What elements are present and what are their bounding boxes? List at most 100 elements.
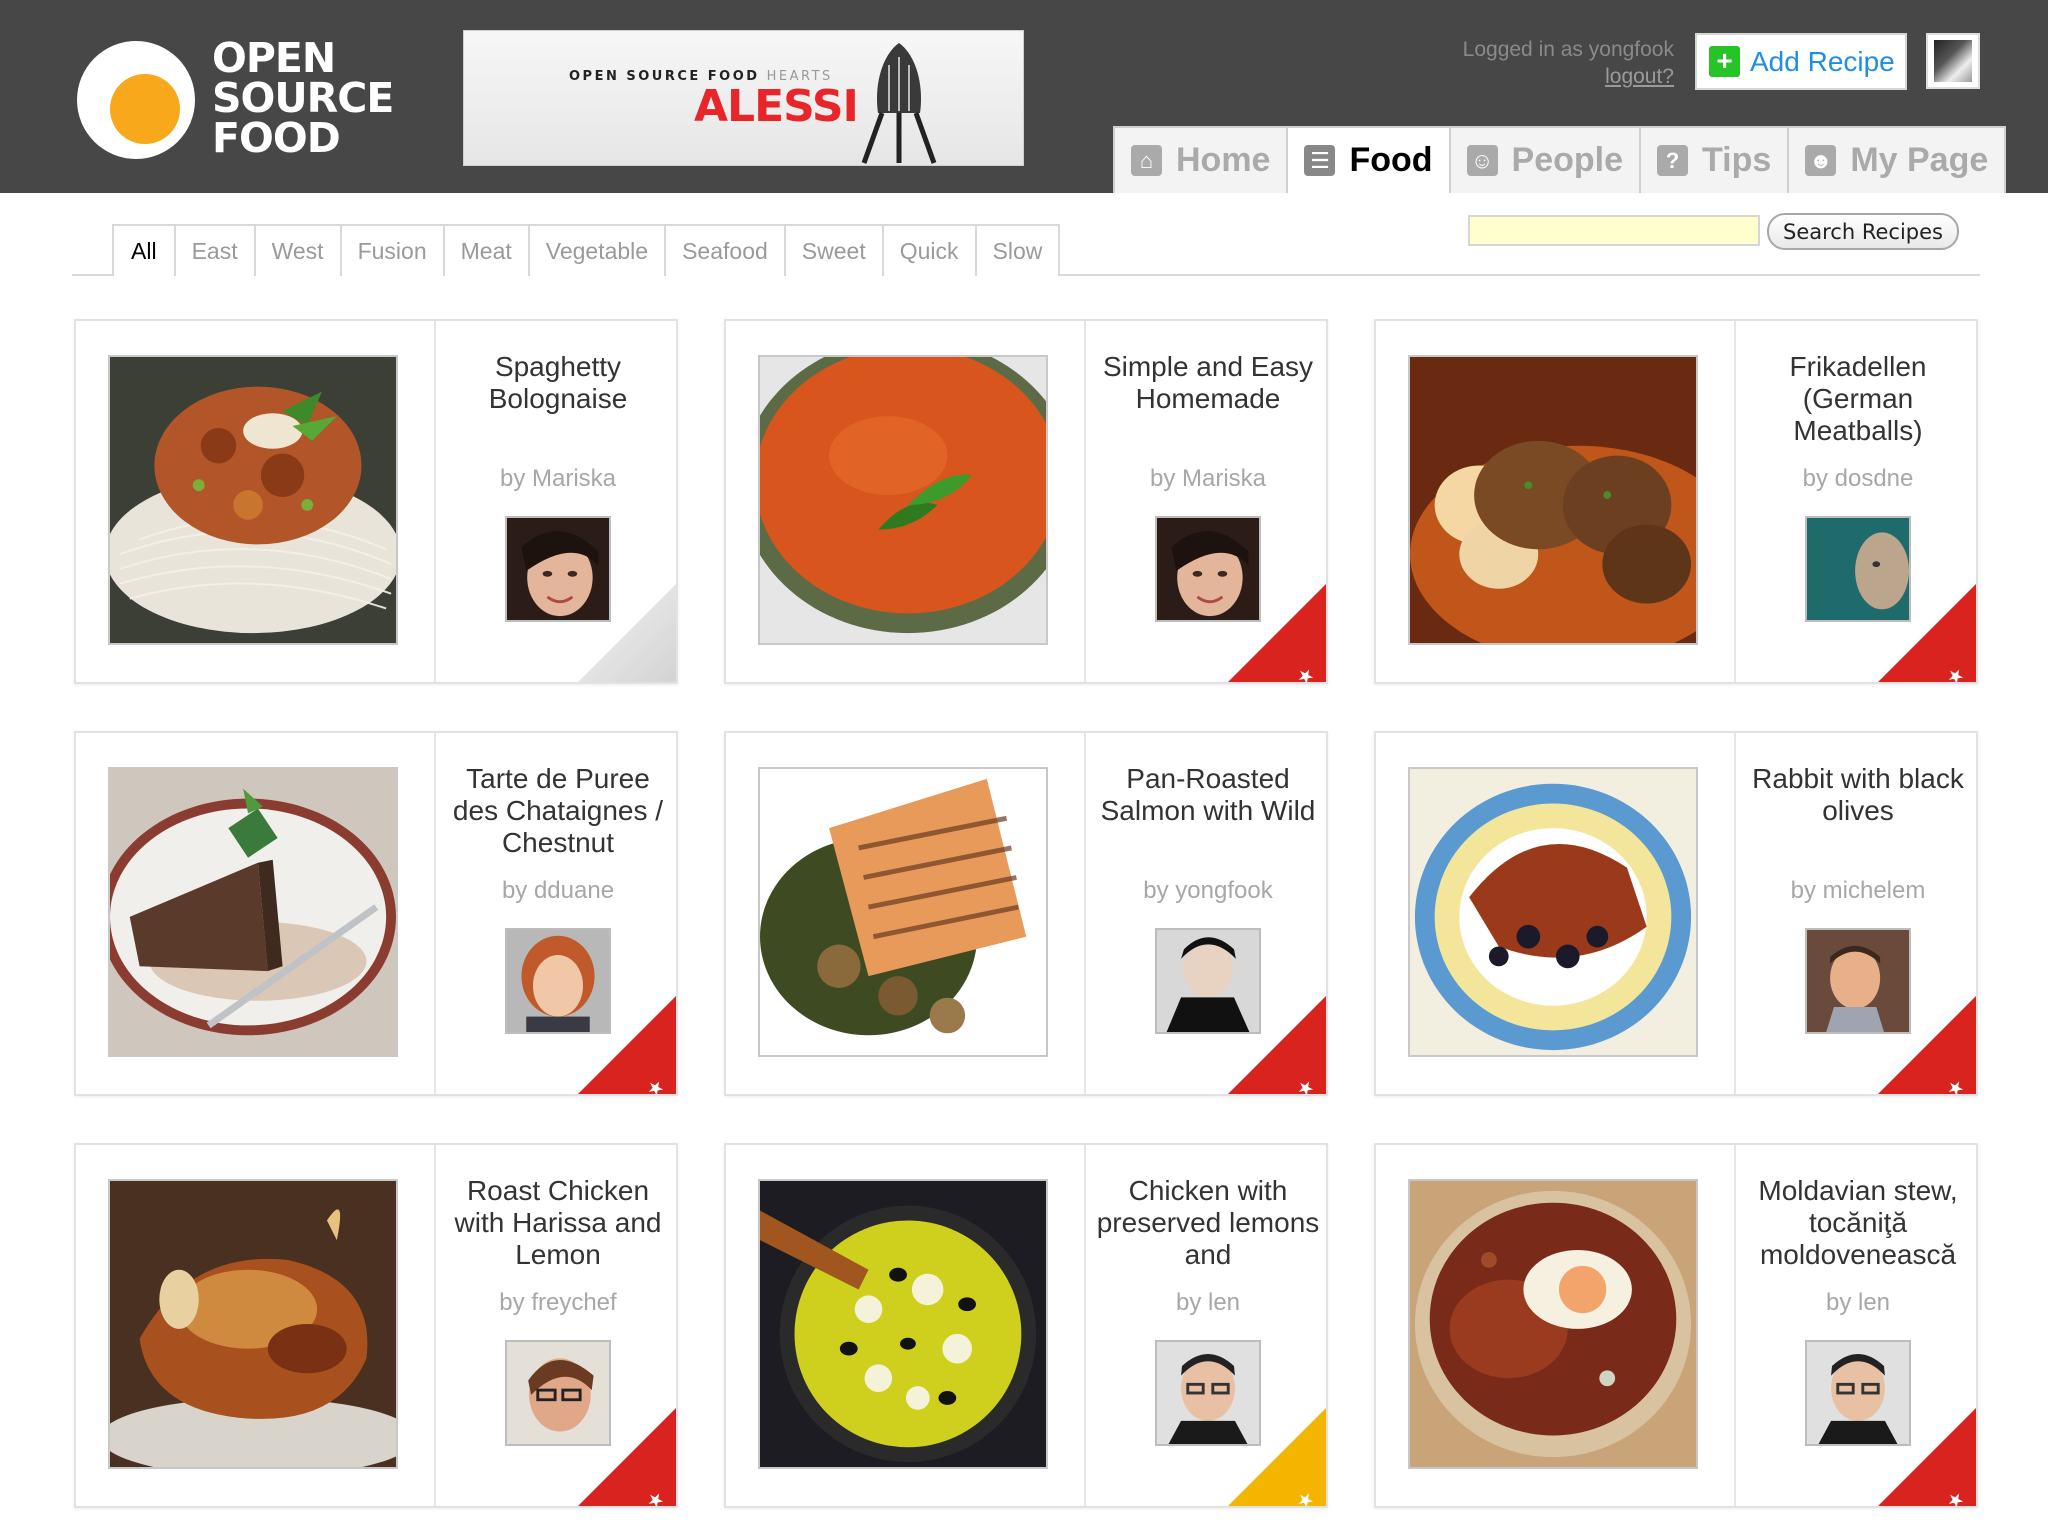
filter-east[interactable]: East bbox=[173, 224, 256, 276]
recipe-photo[interactable] bbox=[108, 1179, 398, 1469]
tab-food[interactable]: ☰ Food bbox=[1286, 126, 1451, 193]
tab-my-page[interactable]: ☻ My Page bbox=[1787, 126, 2007, 193]
filter-slow[interactable]: Slow bbox=[974, 224, 1061, 276]
logout-link[interactable]: logout? bbox=[1463, 63, 1674, 90]
author-avatar[interactable] bbox=[505, 516, 611, 622]
recipe-photo[interactable] bbox=[108, 355, 398, 645]
site-header: OPEN SOURCE FOOD OPEN SOURCE FOOD HEARTS… bbox=[0, 0, 2048, 193]
recipe-title[interactable]: Simple and Easy Homemade bbox=[1096, 351, 1320, 415]
search-input[interactable] bbox=[1468, 215, 1760, 246]
tab-food-label: Food bbox=[1349, 141, 1433, 179]
plus-icon: + bbox=[1709, 46, 1740, 77]
recipe-photo[interactable] bbox=[108, 767, 398, 1057]
add-recipe-button[interactable]: + Add Recipe bbox=[1695, 33, 1907, 90]
recipe-card[interactable]: Roast Chicken with Harissa and Lemon by … bbox=[74, 1143, 678, 1508]
tab-people[interactable]: ☺ People bbox=[1448, 126, 1642, 193]
tab-home[interactable]: ⌂ Home bbox=[1113, 126, 1289, 193]
card-divider bbox=[1084, 321, 1086, 682]
recipe-card[interactable]: Chicken with preserved lemons and by len… bbox=[724, 1143, 1328, 1508]
recipe-author-name[interactable]: by Mariska bbox=[1096, 465, 1320, 493]
recipe-photo[interactable] bbox=[758, 355, 1048, 645]
recipe-photo[interactable] bbox=[758, 1179, 1048, 1469]
recipe-photo[interactable] bbox=[1408, 1179, 1698, 1469]
recipe-author-name[interactable]: by michelem bbox=[1746, 877, 1970, 905]
filter-fusion[interactable]: Fusion bbox=[339, 224, 445, 276]
author-avatar[interactable] bbox=[1155, 516, 1261, 622]
author-avatar[interactable] bbox=[1155, 928, 1261, 1034]
login-status: Logged in as yongfook logout? bbox=[1463, 36, 1674, 90]
recipe-card[interactable]: Simple and Easy Homemade by Mariska ★★★ bbox=[724, 319, 1328, 684]
main-nav: ⌂ Home ☰ Food ☺ People ? Tips ☻ My Page bbox=[1113, 126, 2007, 194]
user-icon: ☻ bbox=[1805, 145, 1837, 176]
tab-home-label: Home bbox=[1176, 141, 1271, 179]
rating-stars: ★★★ bbox=[1915, 662, 1970, 682]
rating-stars: ★★★ bbox=[1265, 662, 1320, 682]
author-avatar[interactable] bbox=[1805, 516, 1911, 622]
recipe-card[interactable]: Pan-Roasted Salmon with Wild by yongfook… bbox=[724, 731, 1328, 1096]
author-avatar[interactable] bbox=[1805, 1340, 1911, 1446]
user-avatar[interactable] bbox=[1926, 33, 1980, 89]
tab-tips[interactable]: ? Tips bbox=[1639, 126, 1790, 193]
recipe-author-name[interactable]: by len bbox=[1746, 1289, 1970, 1317]
recipe-title[interactable]: Moldavian stew, tocăniţă moldovenească bbox=[1746, 1175, 1970, 1271]
filter-vegetable[interactable]: Vegetable bbox=[527, 224, 667, 276]
recipe-card[interactable]: Frikadellen (German Meatballs) by dosdne… bbox=[1374, 319, 1978, 684]
card-divider bbox=[1734, 321, 1736, 682]
recipe-title[interactable]: Spaghetty Bolognaise bbox=[446, 351, 670, 415]
site-logo[interactable]: OPEN SOURCE FOOD bbox=[77, 38, 394, 162]
filter-quick[interactable]: Quick bbox=[881, 224, 977, 276]
recipe-card[interactable]: Tarte de Puree des Chataignes / Chestnut… bbox=[74, 731, 678, 1096]
author-avatar[interactable] bbox=[505, 928, 611, 1034]
recipe-author-name[interactable]: by Mariska bbox=[446, 465, 670, 493]
recipe-author-name[interactable]: by dosdne bbox=[1746, 465, 1970, 493]
author-avatar[interactable] bbox=[505, 1340, 611, 1446]
recipe-author-name[interactable]: by len bbox=[1096, 1289, 1320, 1317]
filter-meat[interactable]: Meat bbox=[442, 224, 530, 276]
logo-line-1: OPEN bbox=[212, 34, 336, 82]
recipe-card[interactable]: Spaghetty Bolognaise by Mariska bbox=[74, 319, 678, 684]
logo-line-3: FOOD bbox=[212, 114, 341, 162]
recipe-photo[interactable] bbox=[1408, 767, 1698, 1057]
card-divider bbox=[1084, 1145, 1086, 1506]
recipe-title[interactable]: Frikadellen (German Meatballs) bbox=[1746, 351, 1970, 447]
rating-stars: ★★★ bbox=[615, 1074, 670, 1094]
recipe-card[interactable]: Rabbit with black olives by michelem ★★★ bbox=[1374, 731, 1978, 1096]
recipe-title[interactable]: Rabbit with black olives bbox=[1746, 763, 1970, 827]
search-recipes-button[interactable]: Search Recipes bbox=[1767, 213, 1959, 250]
rating-stars: ★★★ bbox=[1915, 1074, 1970, 1094]
recipe-photo[interactable] bbox=[758, 767, 1048, 1057]
card-divider bbox=[434, 1145, 436, 1506]
author-avatar[interactable] bbox=[1155, 1340, 1261, 1446]
filter-all[interactable]: All bbox=[112, 224, 176, 276]
rating-stars: ★★ bbox=[1278, 1485, 1321, 1508]
recipe-card[interactable]: Moldavian stew, tocăniţă moldovenească b… bbox=[1374, 1143, 1978, 1508]
rating-stars: ★★★ bbox=[1915, 1486, 1970, 1506]
card-divider bbox=[1084, 733, 1086, 1094]
card-divider bbox=[434, 733, 436, 1094]
advertisement-banner[interactable]: OPEN SOURCE FOOD HEARTS ALESSI bbox=[463, 30, 1024, 166]
card-divider bbox=[1734, 1145, 1736, 1506]
recipe-title[interactable]: Chicken with preserved lemons and bbox=[1096, 1175, 1320, 1271]
tab-tips-label: Tips bbox=[1702, 141, 1772, 179]
avatar-image bbox=[1934, 40, 1972, 82]
help-icon: ? bbox=[1657, 145, 1689, 176]
banner-brand: ALESSI bbox=[694, 81, 859, 132]
rating-stars: ★★★ bbox=[615, 1486, 670, 1506]
logo-text: OPEN SOURCE FOOD bbox=[212, 34, 394, 162]
rating-stars: ★★★ bbox=[1265, 1074, 1320, 1094]
juicer-icon bbox=[861, 43, 937, 164]
recipe-title[interactable]: Roast Chicken with Harissa and Lemon bbox=[446, 1175, 670, 1271]
recipe-author-name[interactable]: by yongfook bbox=[1096, 877, 1320, 905]
filter-west[interactable]: West bbox=[253, 224, 342, 276]
recipe-photo[interactable] bbox=[1408, 355, 1698, 645]
recipe-author-name[interactable]: by freychef bbox=[446, 1289, 670, 1317]
filter-seafood[interactable]: Seafood bbox=[664, 224, 786, 276]
recipe-title[interactable]: Pan-Roasted Salmon with Wild bbox=[1096, 763, 1320, 827]
add-recipe-label: Add Recipe bbox=[1750, 45, 1895, 77]
author-avatar[interactable] bbox=[1805, 928, 1911, 1034]
recipe-title[interactable]: Tarte de Puree des Chataignes / Chestnut bbox=[446, 763, 670, 859]
filter-sweet[interactable]: Sweet bbox=[783, 224, 884, 276]
category-filters: All East West Fusion Meat Vegetable Seaf… bbox=[112, 224, 1061, 276]
logged-in-text: Logged in as yongfook bbox=[1462, 38, 1674, 61]
recipe-author-name[interactable]: by dduane bbox=[446, 877, 670, 905]
